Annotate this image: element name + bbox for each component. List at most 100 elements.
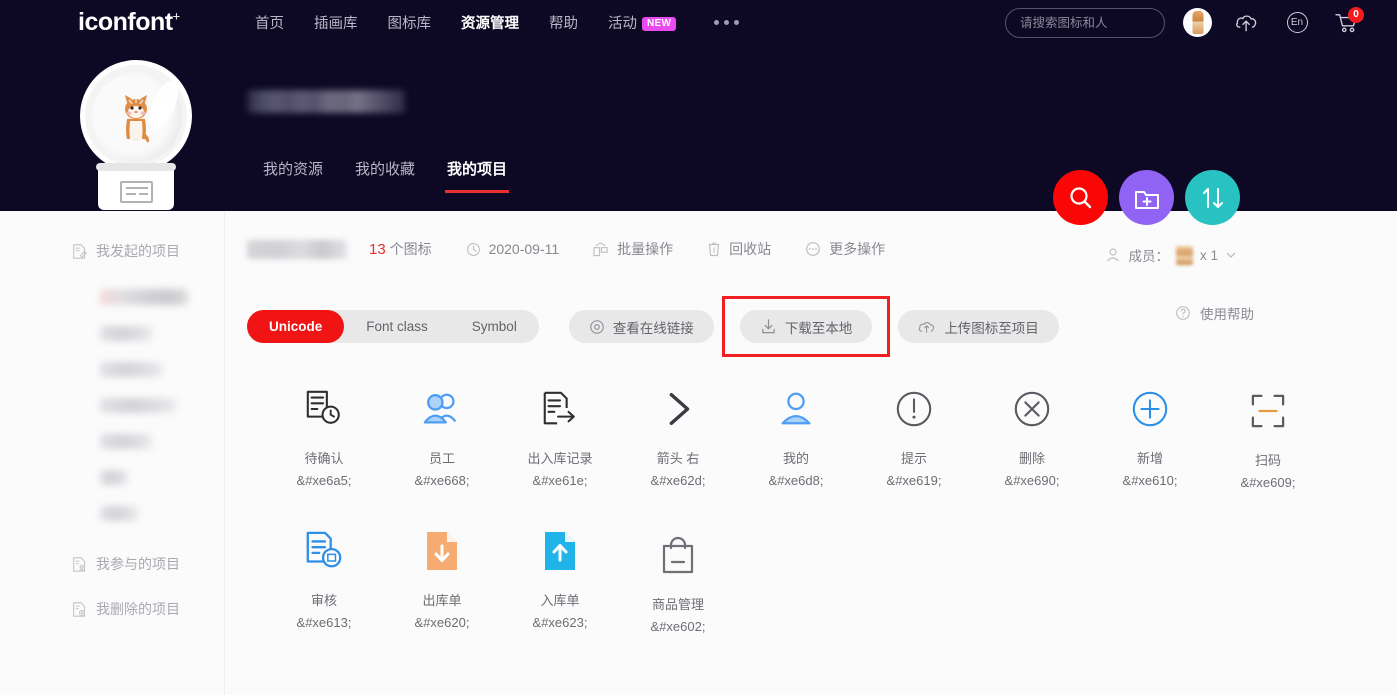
- icon-card[interactable]: 新增 &#xe610;: [1091, 366, 1209, 512]
- segment-unicode[interactable]: Unicode: [247, 310, 345, 343]
- profile-avatar[interactable]: [80, 60, 192, 210]
- segment-symbol[interactable]: Symbol: [450, 310, 539, 343]
- icon-grid: 待确认 &#xe6a5; 员工 &#xe668; 出入库记录 &#xe61e; …: [265, 366, 1375, 656]
- doc-delete-icon: [73, 601, 86, 617]
- batch-operation-button[interactable]: 批量操作: [593, 239, 673, 259]
- site-logo[interactable]: iconfont+: [78, 8, 180, 37]
- nav-item-activity[interactable]: 活动 NEW: [608, 12, 677, 33]
- question-circle-icon: [1176, 306, 1190, 320]
- chevron-down-icon[interactable]: [1225, 249, 1237, 261]
- icon-code: &#xe62d;: [650, 473, 706, 488]
- icon-card[interactable]: 扫码 &#xe609;: [1209, 366, 1327, 512]
- sidebar-project-item[interactable]: [100, 434, 152, 449]
- members-group[interactable]: 成员： x 1: [1105, 245, 1237, 265]
- file-down-icon: [425, 528, 459, 574]
- nav-item-icons[interactable]: 图标库: [388, 12, 432, 33]
- batch-operation-label: 批量操作: [617, 241, 674, 257]
- icon-card[interactable]: 提示 &#xe619;: [855, 366, 973, 512]
- more-operations-label: 更多操作: [829, 241, 886, 257]
- doc-edit-icon: [73, 243, 87, 259]
- icon-card[interactable]: 入库单 &#xe623;: [501, 512, 619, 656]
- sidebar-project-item[interactable]: [100, 289, 188, 305]
- sidebar-label: 我删除的项目: [96, 601, 180, 617]
- upload-icons-to-project-button[interactable]: 上传图标至项目: [898, 310, 1059, 343]
- more-operations-button[interactable]: 更多操作: [805, 239, 885, 259]
- icon-name: 商品管理: [651, 597, 704, 612]
- icon-name: 入库单: [540, 593, 580, 608]
- icon-card[interactable]: 我的 &#xe6d8;: [737, 366, 855, 512]
- page-content: 我发起的项目 我参与的项目 我删除的项目 13 个图标 2020-09-11 批…: [0, 211, 1397, 695]
- icon-name: 我的: [782, 451, 809, 466]
- file-up-icon: [543, 528, 577, 574]
- usage-help-link[interactable]: 使用帮助: [1175, 303, 1254, 323]
- search-input[interactable]: [1020, 15, 1181, 30]
- sidebar-project-item[interactable]: [100, 326, 152, 341]
- sidebar-project-item[interactable]: [100, 362, 162, 377]
- icon-name: 提示: [900, 451, 927, 466]
- sidebar-project-item[interactable]: [100, 506, 138, 521]
- icon-name: 扫码: [1254, 453, 1281, 468]
- chevron-right-icon: [658, 386, 698, 432]
- icon-card[interactable]: 出库单 &#xe620;: [383, 512, 501, 656]
- upload-icons-label: 上传图标至项目: [944, 320, 1039, 336]
- sidebar-item-created-projects[interactable]: 我发起的项目: [0, 233, 224, 269]
- logo-plus: +: [172, 8, 181, 24]
- recycle-bin-button[interactable]: 回收站: [707, 239, 771, 259]
- project-name: [247, 239, 347, 259]
- members-label: 成员：: [1128, 249, 1169, 264]
- icon-card[interactable]: 员工 &#xe668;: [383, 366, 501, 512]
- cloud-upload-icon[interactable]: [1230, 6, 1264, 40]
- shopping-bag-icon: [660, 532, 696, 578]
- icon-name: 出库单: [422, 593, 462, 608]
- sidebar-project-item[interactable]: [100, 470, 128, 485]
- icon-code: &#xe620;: [414, 615, 470, 630]
- tab-my-projects[interactable]: 我的项目: [431, 158, 523, 193]
- clock-icon: [466, 242, 480, 256]
- doc-clock-icon: [304, 386, 344, 432]
- icon-code: &#xe610;: [1122, 473, 1178, 488]
- sidebar-item-joined-projects[interactable]: 我参与的项目: [0, 546, 224, 582]
- icon-card[interactable]: 审核 &#xe613;: [265, 512, 383, 656]
- logo-text: iconfont: [78, 8, 173, 36]
- new-project-fab[interactable]: [1119, 170, 1174, 225]
- search-box[interactable]: [1005, 7, 1181, 38]
- tab-my-favorites[interactable]: 我的收藏: [339, 158, 431, 193]
- segment-font-class[interactable]: Font class: [344, 310, 450, 343]
- download-icon: [762, 319, 775, 334]
- avatar[interactable]: [1183, 8, 1212, 37]
- icon-toolbar: Unicode Font class Symbol 查看在线链接 下载至本地 上…: [247, 296, 1059, 357]
- icon-code: &#xe623;: [532, 615, 588, 630]
- icon-code: &#xe61e;: [532, 473, 588, 488]
- project-date: 2020-09-11: [466, 241, 559, 257]
- sort-fab[interactable]: [1185, 170, 1240, 225]
- search-fab[interactable]: [1053, 170, 1108, 225]
- icon-card[interactable]: 出入库记录 &#xe61e;: [501, 366, 619, 512]
- icon-code: &#xe613;: [296, 615, 352, 630]
- tab-my-resources[interactable]: 我的资源: [247, 158, 339, 193]
- sidebar-project-item[interactable]: [100, 398, 176, 413]
- view-online-link-button[interactable]: 查看在线链接: [568, 310, 714, 343]
- download-to-local-button[interactable]: 下载至本地: [739, 310, 873, 343]
- nav-item-resource-management[interactable]: 资源管理: [461, 12, 519, 33]
- member-avatar[interactable]: [1175, 245, 1193, 265]
- nav-item-illustrations[interactable]: 插画库: [314, 12, 358, 33]
- download-to-local-label: 下载至本地: [784, 320, 853, 336]
- sidebar-item-deleted-projects[interactable]: 我删除的项目: [0, 591, 224, 627]
- icon-card[interactable]: 删除 &#xe690;: [973, 366, 1091, 512]
- language-switch-icon[interactable]: En: [1280, 6, 1314, 40]
- shopping-cart-icon[interactable]: 0: [1330, 6, 1364, 40]
- nav-item-help[interactable]: 帮助: [549, 12, 578, 33]
- icon-card[interactable]: 待确认 &#xe6a5;: [265, 366, 383, 512]
- icon-name: 新增: [1136, 451, 1163, 466]
- icon-code: &#xe602;: [650, 619, 706, 634]
- icon-card[interactable]: 商品管理 &#xe602;: [619, 512, 737, 656]
- icon-code: &#xe668;: [414, 473, 470, 488]
- icon-name: 删除: [1018, 451, 1045, 466]
- icon-card[interactable]: 箭头 右 &#xe62d;: [619, 366, 737, 512]
- exclamation-circle-icon: [894, 386, 934, 432]
- sidebar-project-list: [0, 289, 224, 521]
- nav-item-home[interactable]: 首页: [255, 12, 284, 33]
- ellipsis-icon[interactable]: [714, 20, 740, 25]
- icon-name: 审核: [310, 593, 337, 608]
- icon-code: &#xe6d8;: [768, 473, 824, 488]
